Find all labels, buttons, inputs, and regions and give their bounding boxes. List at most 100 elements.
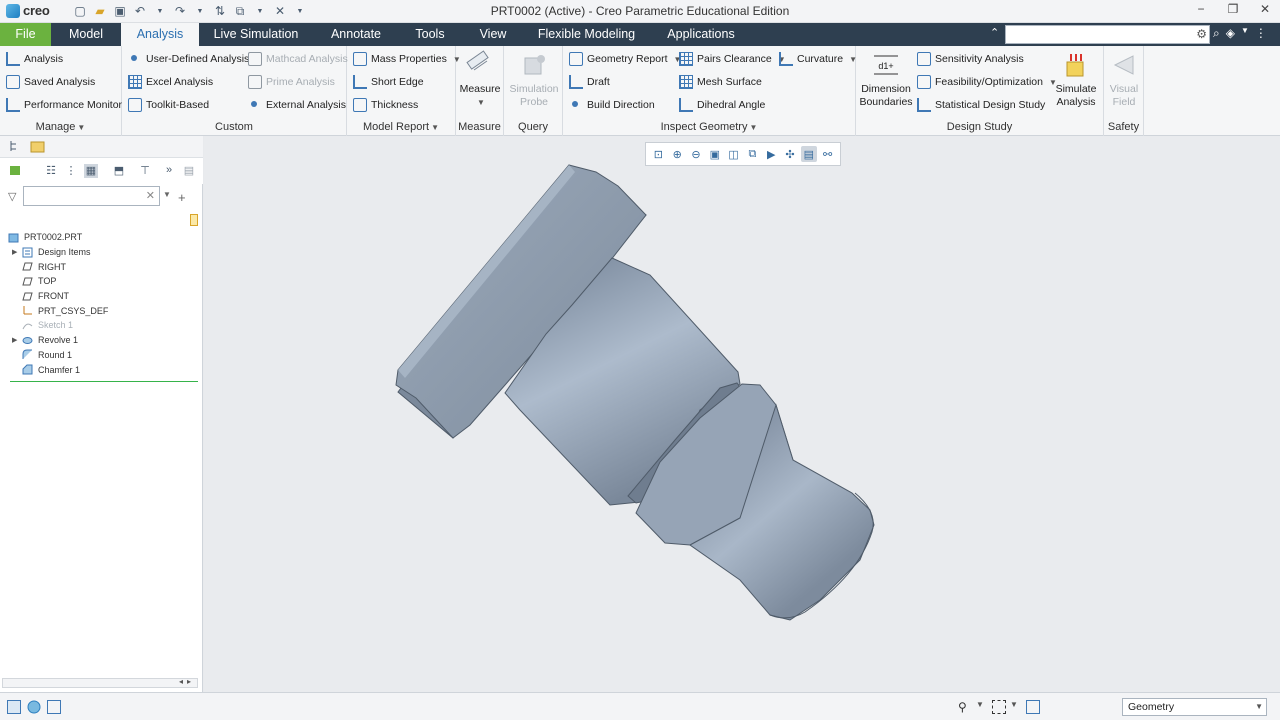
minimize-icon[interactable]: − — [1194, 2, 1208, 16]
save-icon[interactable]: ▣ — [112, 3, 128, 19]
build-direction-button[interactable]: Build Direction — [569, 98, 655, 112]
tree-view-icon[interactable]: ▦ — [84, 164, 98, 178]
tree-item-front[interactable]: FRONT — [8, 289, 198, 304]
filter-dropdown-icon[interactable]: ▼ — [163, 190, 175, 202]
simulate-analysis-button[interactable]: Simulate Analysis — [1052, 50, 1100, 109]
pairs-clearance-button[interactable]: Pairs Clearance ▼ — [679, 52, 786, 66]
tab-analysis[interactable]: Analysis — [121, 23, 199, 46]
tree-item-right[interactable]: RIGHT — [8, 259, 198, 274]
simulation-probe-button[interactable]: Simulation Probe — [507, 50, 561, 109]
group-label-model-report[interactable]: Model Report ▼ — [347, 121, 455, 133]
windows-dropdown-icon[interactable]: ▼ — [252, 3, 268, 19]
group-label-manage[interactable]: Manage ▼ — [0, 121, 121, 133]
tree-item-chamfer[interactable]: Chamfer 1 — [8, 362, 198, 377]
expand-more-icon[interactable]: » — [162, 164, 176, 178]
tree-columns-icon[interactable]: ⋮ — [64, 164, 78, 178]
document-icon[interactable]: ▤ — [182, 164, 196, 178]
tab-view[interactable]: View — [461, 23, 525, 46]
expand-arrow-icon[interactable]: ▶ — [12, 336, 22, 344]
tab-tools[interactable]: Tools — [399, 23, 461, 46]
tab-file[interactable]: File — [0, 23, 51, 46]
undo-dropdown-icon[interactable]: ▼ — [152, 3, 168, 19]
performance-monitor-button[interactable]: Performance Monitor — [6, 98, 122, 112]
tab-model[interactable]: Model — [51, 23, 121, 46]
model-tree-tab-icon[interactable] — [8, 139, 24, 155]
dimension-boundaries-button[interactable]: d1+ Dimension Boundaries — [858, 50, 914, 109]
prime-analysis-button[interactable]: Prime Analysis — [248, 75, 335, 89]
open-folder-icon[interactable]: ▰ — [92, 3, 108, 19]
tree-item-csys[interactable]: PRT_CSYS_DEF — [8, 303, 198, 318]
search-settings-icon[interactable]: ⚙ — [1196, 27, 1207, 41]
browser-icon[interactable] — [27, 700, 41, 714]
cube-icon[interactable] — [8, 164, 22, 178]
folder-browser-tab-icon[interactable] — [30, 139, 46, 155]
more-icon[interactable]: ⋮ — [1255, 26, 1267, 41]
tree-item-round[interactable]: Round 1 — [8, 348, 198, 363]
filter-tree-icon[interactable]: ⊤ — [138, 164, 152, 178]
redo-icon[interactable]: ↷ — [172, 3, 188, 19]
close-icon[interactable]: ✕ — [1258, 2, 1272, 16]
statistical-design-study-button[interactable]: Statistical Design Study — [917, 98, 1045, 112]
add-filter-icon[interactable]: + — [178, 190, 190, 205]
part-model[interactable] — [204, 136, 1280, 692]
selection-dropdown-icon[interactable]: ▼ — [1010, 700, 1024, 714]
selection-box-icon[interactable] — [992, 700, 1006, 714]
tab-live-simulation[interactable]: Live Simulation — [199, 23, 313, 46]
tree-settings-icon[interactable]: ☷ — [44, 164, 58, 178]
visual-field-button[interactable]: Visual Field — [1106, 50, 1142, 109]
user-defined-analysis-button[interactable]: User-Defined Analysis — [128, 52, 249, 66]
close-window-icon[interactable]: ✕ — [272, 3, 288, 19]
excel-analysis-button[interactable]: Excel Analysis — [128, 75, 213, 89]
help-icon[interactable]: ◈ — [1226, 26, 1235, 41]
find-icon[interactable]: ⚲ — [958, 700, 972, 714]
undo-icon[interactable]: ↶ — [132, 3, 148, 19]
ribbon-collapse-icon[interactable]: ⌃ — [990, 26, 999, 39]
tree-item-design-items[interactable]: ▶ Design Items — [8, 245, 198, 260]
restore-icon[interactable]: ❐ — [1226, 2, 1240, 16]
windows-icon[interactable]: ⧉ — [232, 3, 248, 19]
redo-dropdown-icon[interactable]: ▼ — [192, 3, 208, 19]
find-dropdown-icon[interactable]: ▼ — [976, 700, 990, 714]
measure-dropdown-icon[interactable]: ▼ — [477, 96, 485, 109]
insert-here-marker[interactable] — [10, 381, 198, 382]
draft-button[interactable]: Draft — [569, 75, 610, 89]
graphics-window[interactable]: ⊡ ⊕ ⊖ ▣ ◫ ⧉ ▶ ✣ ▤ ⚯ — [204, 136, 1280, 692]
tree-item-top[interactable]: TOP — [8, 274, 198, 289]
mathcad-analysis-button[interactable]: Mathcad Analysis — [248, 52, 348, 66]
regenerate-icon[interactable]: ⇅ — [212, 3, 228, 19]
tab-annotate[interactable]: Annotate — [313, 23, 399, 46]
selection-filter-select[interactable]: Geometry ▼ — [1122, 698, 1267, 716]
toolkit-based-button[interactable]: Toolkit-Based — [128, 98, 209, 112]
dihedral-angle-button[interactable]: Dihedral Angle — [679, 98, 765, 112]
sensitivity-analysis-button[interactable]: Sensitivity Analysis — [917, 52, 1024, 66]
full-screen-icon[interactable] — [47, 700, 61, 714]
bookmark-icon[interactable] — [190, 214, 198, 226]
tree-item-revolve[interactable]: ▶ Revolve 1 — [8, 333, 198, 348]
search-go-icon[interactable]: ⌕ — [1213, 26, 1220, 41]
tab-applications[interactable]: Applications — [648, 23, 754, 46]
group-label-inspect-geometry[interactable]: Inspect Geometry ▼ — [563, 121, 855, 133]
clear-search-icon[interactable]: ✕ — [146, 189, 155, 202]
show-icon[interactable]: ⬒ — [112, 164, 126, 178]
mass-properties-button[interactable]: Mass Properties ▼ — [353, 52, 461, 66]
tree-item-sketch[interactable]: Sketch 1 — [8, 318, 198, 333]
tree-horizontal-scrollbar[interactable]: ◂▸ — [2, 677, 198, 688]
feasibility-optimization-button[interactable]: Feasibility/Optimization ▼ — [917, 75, 1057, 89]
tree-search-input[interactable]: ✕ — [23, 186, 160, 206]
help-dropdown-icon[interactable]: ▼ — [1241, 26, 1249, 41]
tab-flexible-modeling[interactable]: Flexible Modeling — [525, 23, 648, 46]
expand-arrow-icon[interactable]: ▶ — [12, 248, 22, 256]
tree-item-part[interactable]: PRT0002.PRT — [8, 230, 198, 245]
mesh-surface-button[interactable]: Mesh Surface — [679, 75, 762, 89]
curvature-button[interactable]: Curvature ▼ — [779, 52, 857, 66]
show-navigator-icon[interactable] — [7, 700, 21, 714]
smart-selection-icon[interactable] — [1026, 700, 1040, 714]
new-file-icon[interactable]: ▢ — [72, 3, 88, 19]
measure-button[interactable]: Measure ▼ — [460, 50, 500, 109]
short-edge-button[interactable]: Short Edge — [353, 75, 424, 89]
funnel-icon[interactable]: ▽ — [8, 190, 20, 203]
thickness-button[interactable]: Thickness — [353, 98, 418, 112]
geometry-report-button[interactable]: Geometry Report ▼ — [569, 52, 681, 66]
saved-analysis-button[interactable]: Saved Analysis — [6, 75, 95, 89]
search-input[interactable]: ⚙ — [1005, 25, 1210, 44]
